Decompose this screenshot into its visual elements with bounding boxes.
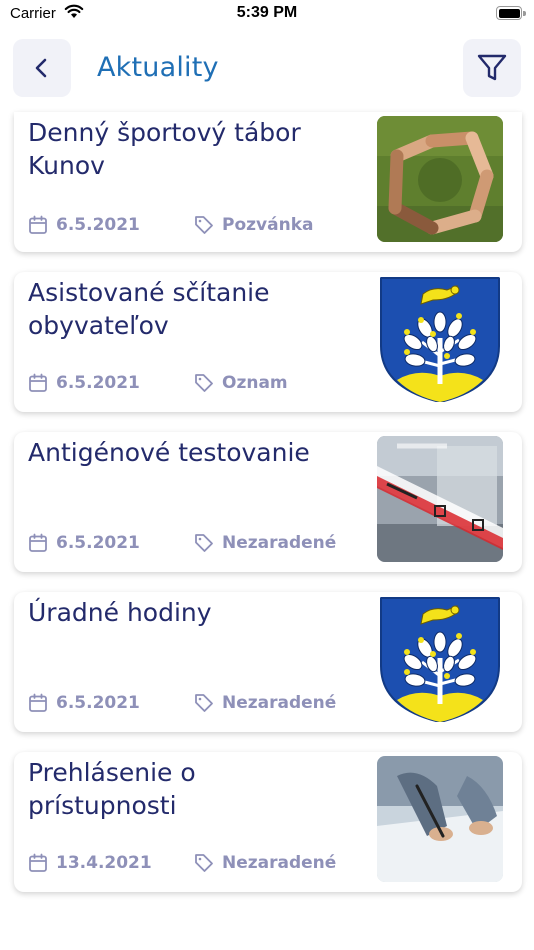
article-date: 13.4.2021	[28, 850, 152, 876]
article-thumbnail-coat-of-arms	[377, 596, 503, 722]
article-date-text: 6.5.2021	[56, 373, 140, 393]
battery-icon	[496, 6, 526, 20]
article-category-text: Oznam	[222, 373, 288, 393]
status-bar: Carrier 5:39 PM	[0, 0, 534, 30]
filter-button[interactable]	[463, 39, 521, 97]
article-meta: 13.4.2021 Nezaradené	[28, 850, 368, 876]
article-title: Antigénové testovanie	[28, 438, 310, 467]
article-category-text: Nezaradené	[222, 853, 337, 873]
calendar-icon	[29, 853, 47, 872]
nav-header: Aktuality	[0, 38, 534, 98]
article-thumbnail-signing	[377, 756, 503, 882]
tag-icon	[195, 854, 213, 872]
tag-icon	[195, 534, 213, 552]
article-thumbnail-hands	[377, 116, 503, 242]
article-date: 6.5.2021	[28, 530, 140, 556]
calendar-icon	[29, 215, 47, 234]
calendar-icon	[29, 373, 47, 392]
article-category-text: Nezaradené	[222, 693, 337, 713]
article-category: Pozvánka	[194, 212, 313, 238]
tag-icon	[195, 374, 213, 392]
article-title: Asistované sčítanie obyvateľov	[28, 278, 270, 340]
calendar-icon	[29, 693, 47, 712]
article-thumbnail-covid-test	[377, 436, 503, 562]
tag-icon	[195, 216, 213, 234]
filter-funnel-icon	[477, 54, 507, 81]
calendar-icon	[29, 533, 47, 552]
article-category-text: Pozvánka	[222, 215, 314, 235]
article-date-text: 6.5.2021	[56, 533, 140, 553]
article-date-text: 13.4.2021	[56, 853, 152, 873]
article-title: Denný športový tábor Kunov	[28, 118, 301, 180]
article-card[interactable]: Antigénové testovanie 6.5.2021 Nezaraden…	[14, 432, 522, 572]
tag-icon	[195, 694, 213, 712]
chevron-left-icon	[35, 58, 47, 78]
back-button[interactable]	[13, 39, 71, 97]
article-category: Nezaradené	[194, 530, 336, 556]
article-category-text: Nezaradené	[222, 533, 337, 553]
article-date: 6.5.2021	[28, 212, 140, 238]
article-card[interactable]: Asistované sčítanie obyvateľov 6.5.2021 …	[14, 272, 522, 412]
clock: 5:39 PM	[236, 4, 298, 21]
article-meta: 6.5.2021 Pozvánka	[28, 212, 368, 238]
article-card[interactable]: Denný športový tábor Kunov 6.5.2021 Pozv…	[14, 112, 522, 252]
page-title: Aktuality	[97, 52, 219, 83]
article-meta: 6.5.2021 Nezaradené	[28, 690, 368, 716]
article-date-text: 6.5.2021	[56, 215, 140, 235]
article-date-text: 6.5.2021	[56, 693, 140, 713]
article-category: Nezaradené	[194, 690, 336, 716]
article-card[interactable]: Úradné hodiny 6.5.2021 Nezaradené	[14, 592, 522, 732]
article-category: Nezaradené	[194, 850, 336, 876]
article-meta: 6.5.2021 Nezaradené	[28, 530, 368, 556]
article-card[interactable]: Prehlásenie o prístupnosti 13.4.2021 Nez…	[14, 752, 522, 892]
article-title: Úradné hodiny	[28, 598, 212, 627]
article-category: Oznam	[194, 370, 288, 396]
article-title: Prehlásenie o prístupnosti	[28, 758, 196, 820]
article-meta: 6.5.2021 Oznam	[28, 370, 368, 396]
article-date: 6.5.2021	[28, 370, 140, 396]
article-thumbnail-coat-of-arms	[377, 276, 503, 402]
article-date: 6.5.2021	[28, 690, 140, 716]
